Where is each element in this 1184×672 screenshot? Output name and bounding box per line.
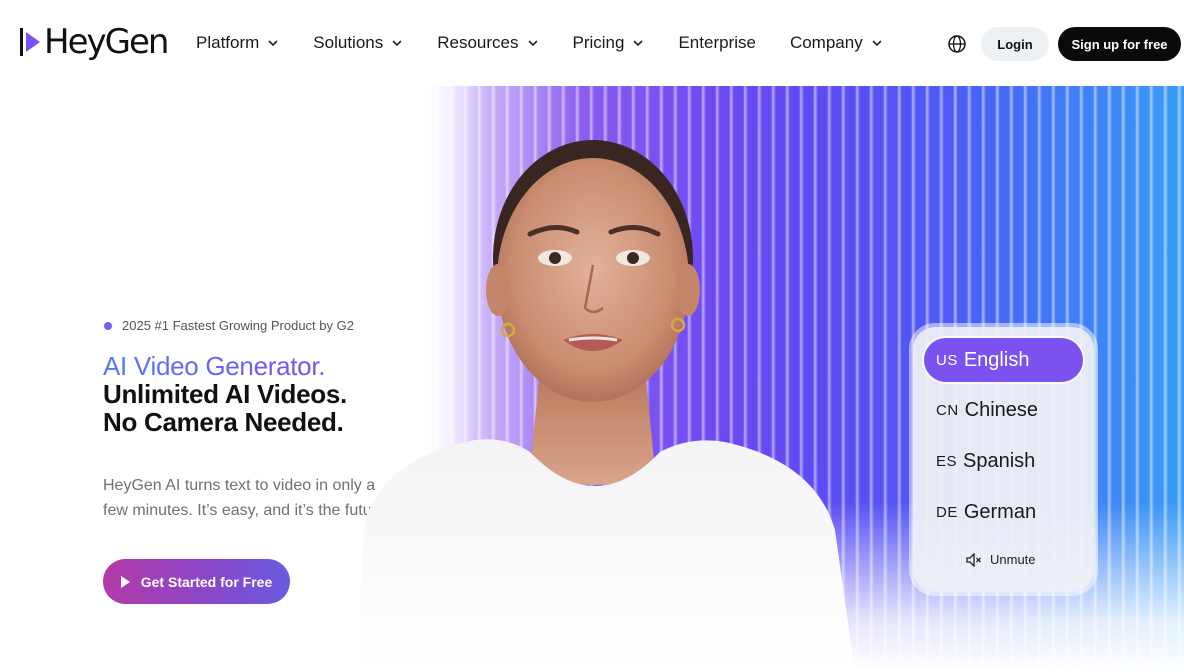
language-label: Spanish <box>963 449 1036 472</box>
ai-avatar-presenter <box>355 140 855 672</box>
get-started-button[interactable]: Get Started for Free <box>103 559 290 604</box>
nav-item-label: Company <box>789 33 863 52</box>
nav-item-solutions[interactable]: Solutions <box>313 33 403 53</box>
language-code: CN <box>936 401 959 419</box>
chevron-down-icon <box>872 40 882 47</box>
cta-label: Get Started for Free <box>140 573 273 590</box>
language-code: ES <box>936 452 958 470</box>
language-option-english[interactable]: US English <box>924 338 1083 382</box>
site-header: HeyGen Platform Solutions Resources Pric… <box>0 0 1184 86</box>
nav-item-platform[interactable]: Platform <box>196 33 279 53</box>
language-selector-card: US English CN Chinese ES Spanish DE Germ… <box>913 327 1094 592</box>
speaker-muted-icon <box>966 552 981 567</box>
chevron-down-icon <box>633 40 644 47</box>
nav-item-resources[interactable]: Resources <box>437 33 538 53</box>
nav-item-enterprise[interactable]: Enterprise <box>678 33 755 53</box>
headline-line-2: Unlimited AI Videos. <box>103 379 347 409</box>
nav-item-label: Platform <box>196 33 260 52</box>
language-code: DE <box>936 503 958 521</box>
language-code: US <box>936 351 958 369</box>
language-option-spanish[interactable]: ES Spanish <box>924 439 1083 483</box>
chevron-down-icon <box>392 40 402 47</box>
nav-item-label: Pricing <box>572 33 625 52</box>
unmute-label: Unmute <box>990 552 1036 567</box>
unmute-button[interactable]: Unmute <box>966 552 1036 567</box>
login-button[interactable]: Login <box>981 27 1049 61</box>
heygen-logo[interactable]: HeyGen <box>20 22 169 62</box>
badge-dot-icon <box>104 321 112 330</box>
chevron-down-icon <box>527 40 538 47</box>
nav-item-company[interactable]: Company <box>790 33 883 53</box>
language-label: English <box>963 348 1030 371</box>
language-option-german[interactable]: DE German <box>924 490 1083 534</box>
signup-button[interactable]: Sign up for free <box>1058 27 1181 61</box>
g2-award-badge: 2025 #1 Fastest Growing Product by G2 <box>104 318 354 333</box>
chevron-down-icon <box>268 40 278 47</box>
language-option-chinese[interactable]: CN Chinese <box>924 388 1083 432</box>
nav-item-label: Solutions <box>313 33 384 52</box>
logo-mark-icon <box>20 28 40 56</box>
headline-accent: AI Video Generator. <box>103 352 347 380</box>
language-label: Chinese <box>964 398 1039 421</box>
main-nav: Platform Solutions Resources Pricing Ent… <box>196 30 917 56</box>
badge-text: 2025 #1 Fastest Growing Product by G2 <box>122 318 354 333</box>
nav-item-label: Enterprise <box>678 33 756 52</box>
headline-line-3: No Camera Needed. <box>103 407 344 437</box>
logo-wordmark: HeyGen <box>44 22 169 62</box>
nav-item-label: Resources <box>437 33 519 52</box>
play-icon <box>120 575 130 588</box>
nav-item-pricing[interactable]: Pricing <box>573 33 645 53</box>
language-label: German <box>963 500 1037 523</box>
globe-icon[interactable] <box>947 34 967 54</box>
hero-headline: AI Video Generator. Unlimited AI Videos.… <box>103 352 347 436</box>
